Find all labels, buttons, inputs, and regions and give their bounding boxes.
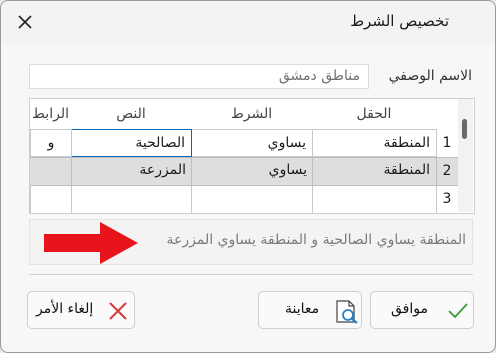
header-field: الحقل — [356, 106, 392, 122]
summary-text: المنطقة يساوي الصالحية و المنطقة يساوي ا… — [166, 232, 466, 248]
row-number: 2 — [442, 163, 452, 179]
title-bar: تخصيص الشرط — [1, 1, 495, 44]
cancel-x-icon — [109, 302, 127, 320]
preview-document-icon — [336, 300, 358, 324]
preview-button[interactable]: معاينة — [258, 291, 362, 329]
preview-button-label: معاينة — [285, 301, 320, 317]
row-number: 3 — [442, 191, 452, 207]
cancel-button[interactable]: إلغاء الأمر — [27, 291, 135, 329]
dialog-title: تخصيص الشرط — [350, 12, 449, 30]
cell-field[interactable] — [312, 186, 437, 213]
ok-button-label: موافق — [391, 301, 428, 317]
cell-condition[interactable]: يساوي — [191, 157, 313, 186]
condition-summary: المنطقة يساوي الصالحية و المنطقة يساوي ا… — [29, 219, 473, 265]
header-link: الرابط — [32, 106, 69, 122]
cell-field[interactable]: المنطقة — [312, 157, 437, 186]
cell-text[interactable] — [71, 186, 192, 213]
cell-condition[interactable]: يساوي — [191, 129, 313, 157]
check-icon — [448, 303, 468, 319]
cancel-button-label: إلغاء الأمر — [36, 301, 94, 317]
cell-link[interactable] — [30, 186, 72, 213]
cell-text[interactable]: المزرعة — [71, 157, 192, 186]
header-condition: الشرط — [230, 106, 273, 122]
cell-condition[interactable] — [191, 186, 313, 213]
scrollbar-thumb[interactable] — [462, 119, 467, 139]
divider — [29, 274, 473, 275]
conditions-grid: الحقل الشرط النص الرابط 1 المنطقة يساوي … — [29, 98, 475, 214]
row-number: 1 — [442, 135, 452, 151]
vertical-scrollbar[interactable] — [458, 99, 473, 212]
customize-condition-dialog: تخصيص الشرط الاسم الوصفي مناطق دمشق الحق… — [0, 0, 496, 353]
close-icon[interactable] — [15, 12, 35, 32]
red-arrow-icon — [44, 222, 138, 264]
ok-button[interactable]: موافق — [370, 291, 474, 329]
cell-text-active[interactable]: الصالحية — [71, 129, 192, 157]
description-field[interactable]: مناطق دمشق — [29, 64, 369, 89]
cell-field[interactable]: المنطقة — [312, 129, 437, 157]
description-label: الاسم الوصفي — [388, 68, 472, 84]
cell-link[interactable]: و — [30, 129, 72, 157]
header-text: النص — [116, 106, 146, 122]
cell-link[interactable] — [30, 157, 72, 186]
